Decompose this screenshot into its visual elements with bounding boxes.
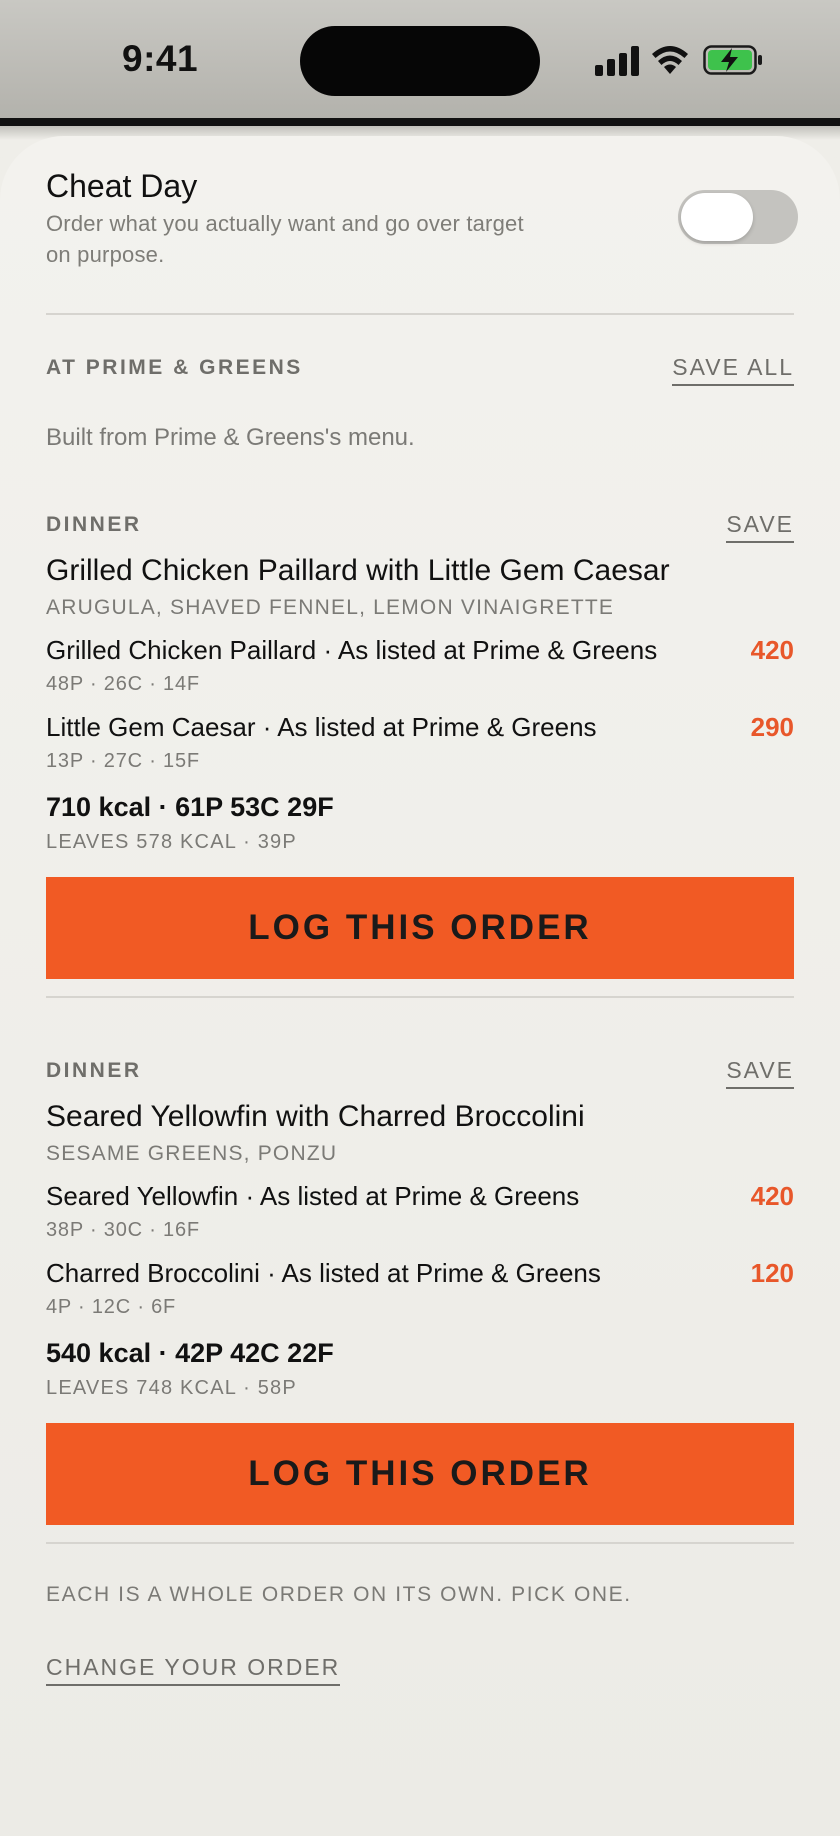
order-item-name: Seared Yellowfin · As listed at Prime & … [46, 1181, 580, 1211]
cellular-signal-icon [595, 44, 641, 76]
log-order-button-label: LOG THIS ORDER [248, 1454, 592, 1493]
order-total: 540 kcal · 42P 42C 22F [46, 1338, 334, 1368]
log-order-button-label: LOG THIS ORDER [248, 908, 592, 947]
cheat-day-toggle[interactable] [678, 190, 798, 244]
order-item-name: Grilled Chicken Paillard · As listed at … [46, 635, 658, 665]
battery-charging-icon [703, 45, 762, 75]
footer-note: EACH IS A WHOLE ORDER ON ITS OWN. PICK O… [46, 1583, 632, 1606]
cheat-day-title: Cheat Day [46, 168, 198, 204]
change-order-link[interactable]: CHANGE YOUR ORDER [46, 1654, 341, 1686]
order-item-kcal: 120 [750, 1258, 794, 1288]
order-item-kcal: 420 [750, 1181, 794, 1211]
order-remaining: LEAVES 578 KCAL · 39P [46, 831, 297, 853]
meal-label: DINNER [46, 513, 142, 536]
order-title: Seared Yellowfin with Charred Broccolini [46, 1100, 585, 1133]
restaurant-header: AT PRIME & GREENS [46, 356, 303, 379]
order-item-macros: 38P · 30C · 16F [46, 1219, 200, 1241]
order-item-kcal: 420 [750, 635, 794, 665]
divider [46, 1542, 794, 1544]
log-order-button[interactable]: LOG THIS ORDER [46, 1423, 794, 1525]
order-subtitle: ARUGULA, SHAVED FENNEL, LEMON VINAIGRETT… [46, 596, 615, 619]
order-item-name: Charred Broccolini · As listed at Prime … [46, 1258, 601, 1288]
order-item-name: Little Gem Caesar · As listed at Prime &… [46, 712, 597, 742]
save-button[interactable]: SAVE [726, 511, 794, 543]
restaurant-intro: Built from Prime & Greens's menu. [46, 424, 415, 451]
divider [46, 313, 794, 315]
order-item-macros: 13P · 27C · 15F [46, 750, 200, 772]
order-sheet [0, 136, 840, 1836]
order-item-macros: 4P · 12C · 6F [46, 1296, 177, 1318]
status-bar: 9:41 [0, 0, 840, 118]
log-order-button[interactable]: LOG THIS ORDER [46, 877, 794, 979]
order-remaining: LEAVES 748 KCAL · 58P [46, 1377, 297, 1399]
order-item-macros: 48P · 26C · 14F [46, 673, 200, 695]
divider [46, 996, 794, 998]
wifi-icon [652, 46, 688, 74]
order-title: Grilled Chicken Paillard with Little Gem… [46, 554, 670, 587]
order-subtitle: SESAME GREENS, PONZU [46, 1142, 338, 1165]
dynamic-island [300, 26, 540, 96]
meal-label: DINNER [46, 1059, 142, 1082]
cheat-day-description-line-1: Order what you actually want and go over… [46, 211, 524, 236]
save-button[interactable]: SAVE [726, 1057, 794, 1089]
order-total: 710 kcal · 61P 53C 29F [46, 792, 334, 822]
order-item-kcal: 290 [750, 712, 794, 742]
status-time: 9:41 [122, 38, 199, 79]
cheat-day-description-line-2: on purpose. [46, 242, 165, 267]
save-all-button[interactable]: SAVE ALL [672, 354, 794, 386]
status-divider [0, 118, 840, 126]
toggle-knob [681, 193, 753, 241]
